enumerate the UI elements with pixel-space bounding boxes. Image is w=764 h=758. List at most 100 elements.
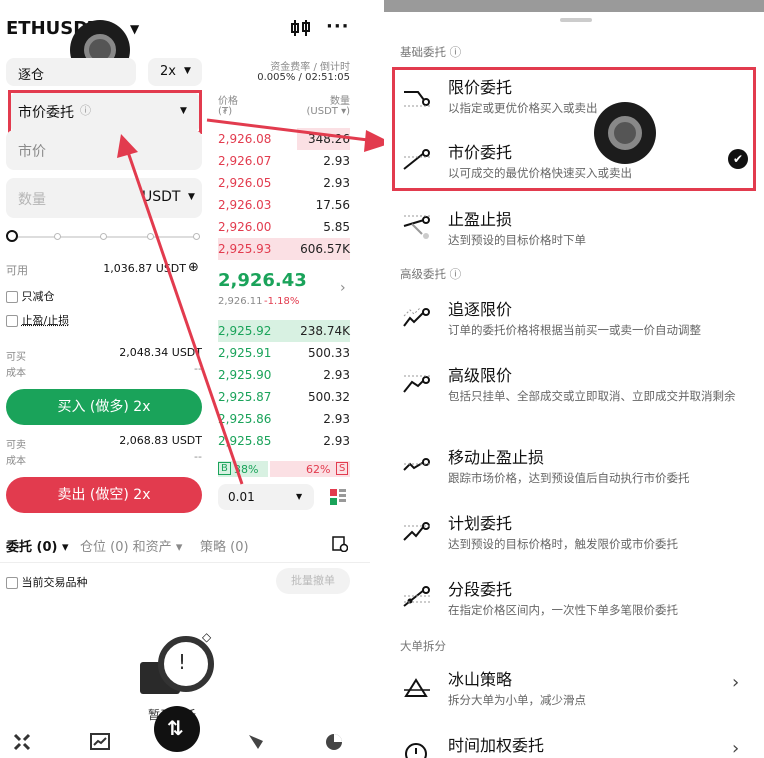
more-icon[interactable]: ··· <box>326 16 350 37</box>
buy-sell-ratio: B 38% 62% S <box>218 461 350 477</box>
quantity-input[interactable]: 数量 USDT ▼ <box>6 178 202 218</box>
order-type-sheet: 基础委托 ⓘ 限价委托 以指定或更优价格买入或卖出 市价委托 以可成交的最优价格… <box>384 0 764 758</box>
last-price: 2,926.43 <box>218 270 307 291</box>
chevron-right-icon: › <box>732 672 740 693</box>
reduce-only-checkbox[interactable]: 只减仓 <box>6 288 55 304</box>
menu-item-desc: 订单的委托价格将根据当前买一或卖一价自动调整 <box>448 323 701 337</box>
ask-row[interactable]: 2,925.93 606.57K <box>218 238 350 260</box>
sell-ratio-label: S <box>336 462 349 475</box>
sell-short-button[interactable]: 卖出 (做空) 2x <box>6 477 202 513</box>
ask-qty: 2.93 <box>323 176 350 190</box>
bid-price: 2,925.86 <box>218 412 272 426</box>
ask-row[interactable]: 2,926.00 5.85 <box>218 216 350 238</box>
add-funds-icon[interactable]: ⊕ <box>188 260 199 275</box>
tab-positions[interactable]: 仓位 (0) 和资产 ▾ <box>80 536 182 555</box>
ask-qty: 17.56 <box>315 198 350 212</box>
bid-row[interactable]: 2,925.86 2.93 <box>218 408 350 430</box>
ask-row[interactable]: 2,926.07 2.93 <box>218 150 350 172</box>
bid-price: 2,925.85 <box>218 434 272 448</box>
ask-row[interactable]: 2,926.05 2.93 <box>218 172 350 194</box>
nav-home-icon[interactable] <box>12 732 34 754</box>
tp-sl-checkbox[interactable]: 止盈/止损 <box>6 312 69 328</box>
cost-label: 成本 <box>6 368 26 379</box>
bid-price: 2,925.87 <box>218 390 272 404</box>
menu-item-title: 分段委托 <box>448 580 513 599</box>
current-symbol-checkbox[interactable]: 当前交易品种 <box>6 574 88 590</box>
twap-icon <box>400 738 434 758</box>
sheet-handle[interactable] <box>560 18 592 22</box>
bid-row[interactable]: 2,925.92 238.74K <box>218 320 350 342</box>
bid-qty: 2.93 <box>323 434 350 448</box>
margin-mode-select[interactable]: 逐仓 <box>6 58 136 86</box>
batch-cancel-button[interactable]: 批量撤单 <box>276 568 350 594</box>
cost-label-2: 成本 <box>6 456 26 467</box>
quantity-placeholder: 数量 <box>18 192 46 208</box>
bid-row[interactable]: 2,925.90 2.93 <box>218 364 350 386</box>
bid-row[interactable]: 2,925.87 500.32 <box>218 386 350 408</box>
market-order-icon <box>400 145 434 175</box>
limit-order-icon <box>400 80 434 110</box>
ask-row[interactable]: 2,926.08 348.26 <box>218 128 350 150</box>
ob-qty-unit[interactable]: (USDT ▾) <box>280 106 350 117</box>
nav-trade-button[interactable]: ⇅ <box>154 706 200 752</box>
selected-check-icon: ✔ <box>728 149 748 169</box>
bid-row[interactable]: 2,925.91 500.33 <box>218 342 350 364</box>
chart-candle-icon[interactable] <box>290 18 312 43</box>
ask-price: 2,926.00 <box>218 220 272 234</box>
precision-select[interactable]: 0.01 ▼ <box>218 484 314 510</box>
symbol-dropdown-icon[interactable]: ▼ <box>130 22 139 36</box>
reduce-only-label: 只减仓 <box>21 290 55 303</box>
menu-item-desc: 达到预设的目标价格时，触发限价或市价委托 <box>448 537 678 551</box>
bid-qty: 500.32 <box>308 390 350 404</box>
slider-stop <box>193 233 200 240</box>
quantity-unit[interactable]: USDT <box>142 189 180 205</box>
precision-value: 0.01 <box>228 490 255 504</box>
chevron-right-icon[interactable]: › <box>340 280 346 296</box>
ask-price: 2,926.03 <box>218 198 272 212</box>
can-sell-value: 2,068.83 USDT <box>119 434 202 447</box>
mark-price: 2,926.11 <box>218 296 263 307</box>
orderbook-layout-icon[interactable] <box>330 489 346 509</box>
ob-qty-header: 数量 <box>330 96 350 107</box>
price-field-text: 市价 <box>18 144 46 160</box>
menu-item-title: 时间加权委托 <box>448 736 545 755</box>
buy-ratio-label: B <box>218 462 231 475</box>
can-buy-value: 2,048.34 USDT <box>119 346 202 359</box>
menu-item-title: 高级限价 <box>448 366 513 385</box>
ask-qty: 606.57K <box>300 242 350 256</box>
swap-icon: ⇅ <box>167 716 184 740</box>
chevron-right-icon: › <box>732 738 740 758</box>
tab-strategy[interactable]: 策略 (0) <box>200 536 249 555</box>
tab-orders[interactable]: 委托 (0) ▾ <box>6 536 69 555</box>
chevron-down-icon: ▼ <box>184 66 191 76</box>
trade-panel: ETHUSDT ▼ ··· 逐仓 2x ▼ 资金费率 / 倒计时 0.005% … <box>0 0 370 758</box>
iceberg-icon <box>400 672 434 702</box>
ask-price: 2,925.93 <box>218 242 272 256</box>
advanced-limit-icon <box>400 368 434 398</box>
can-sell-label: 可卖 <box>6 440 26 451</box>
section-advanced: 高级委托 ⓘ <box>400 267 462 281</box>
margin-mode-label: 逐仓 <box>18 68 45 83</box>
funding-label: 资金费率 / 倒计时 <box>270 62 350 73</box>
can-buy-label: 可买 <box>6 352 26 363</box>
menu-item-title: 市价委托 <box>448 143 513 162</box>
slider-stop <box>147 233 154 240</box>
trigger-order-icon <box>400 516 434 546</box>
menu-item-desc: 包括只挂单、全部成交或立即取消、立即成交并取消剩余 <box>448 389 736 403</box>
nav-earn-icon[interactable] <box>246 732 268 754</box>
ask-price: 2,926.05 <box>218 176 272 190</box>
ask-row[interactable]: 2,926.03 17.56 <box>218 194 350 216</box>
bid-price: 2,925.92 <box>218 324 272 338</box>
bid-row[interactable]: 2,925.85 2.93 <box>218 430 350 452</box>
history-icon[interactable] <box>332 536 349 556</box>
nav-assets-icon[interactable] <box>324 732 346 754</box>
leverage-select[interactable]: 2x ▼ <box>148 58 202 86</box>
nav-market-icon[interactable] <box>90 732 112 754</box>
funding-value: 0.005% / 02:51:05 <box>257 72 350 83</box>
buy-long-button[interactable]: 买入 (做多) 2x <box>6 389 202 425</box>
slider-handle[interactable] <box>6 230 18 242</box>
menu-item-title: 追逐限价 <box>448 300 513 319</box>
price-field[interactable]: 市价 <box>6 130 202 170</box>
bid-qty: 2.93 <box>323 368 350 382</box>
bid-price: 2,925.91 <box>218 346 272 360</box>
